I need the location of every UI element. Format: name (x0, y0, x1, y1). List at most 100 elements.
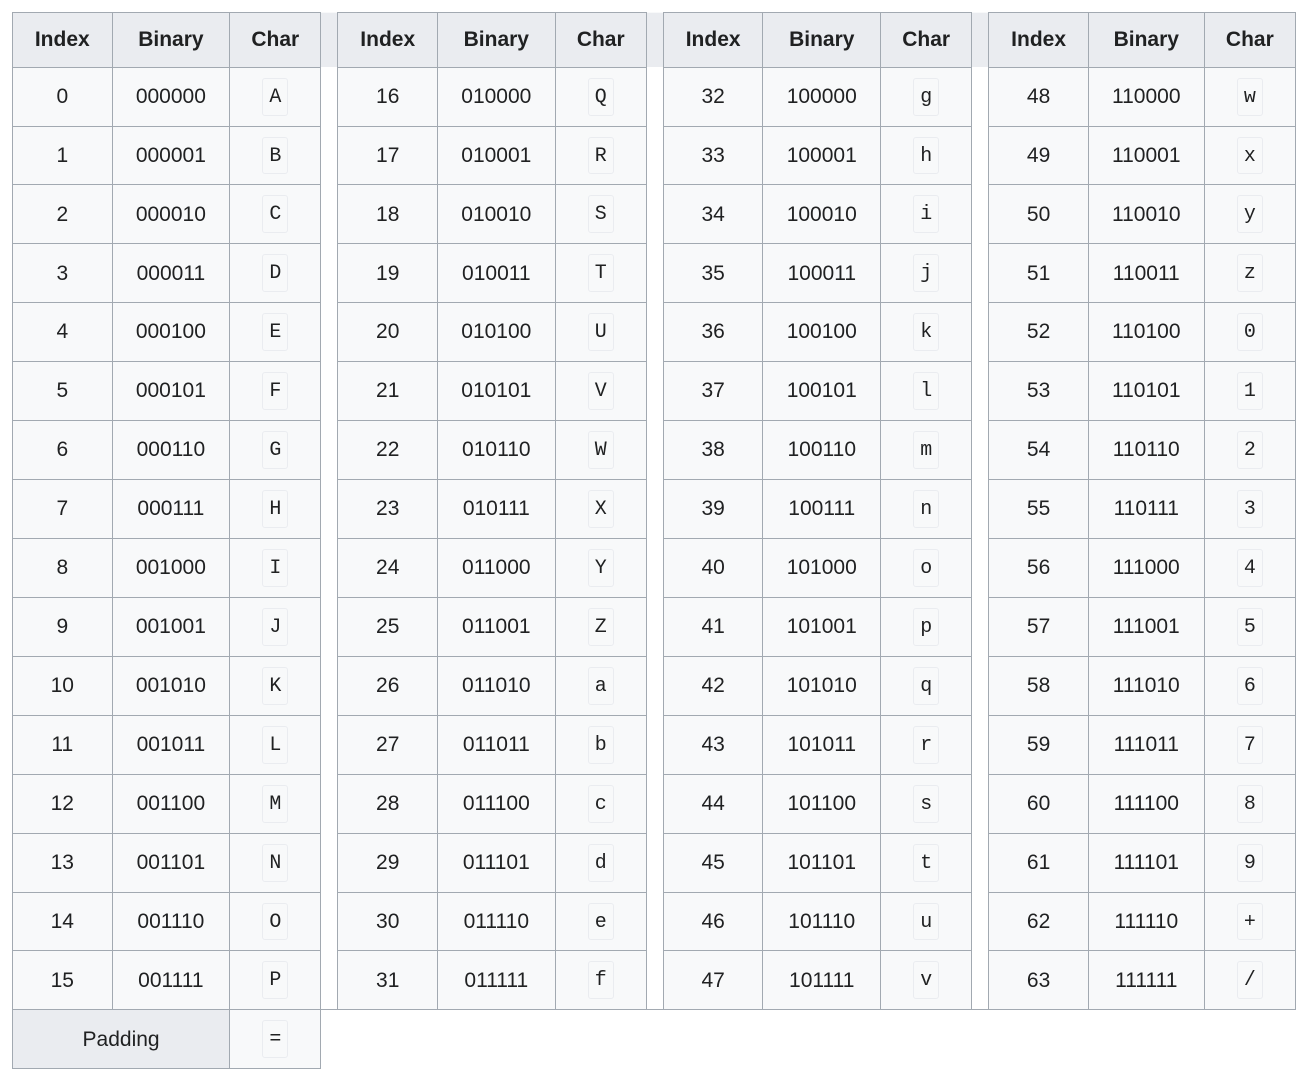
cell-char: E (230, 303, 321, 362)
cell-char: A (230, 67, 321, 126)
column-separator (321, 480, 338, 539)
cell-binary: 011001 (438, 597, 556, 656)
cell-binary: 011011 (438, 715, 556, 774)
cell-binary: 101100 (763, 774, 881, 833)
table-row: 11001011L27011011b43101011r591110117 (13, 715, 1296, 774)
cell-char: n (881, 480, 972, 539)
column-separator (972, 185, 989, 244)
cell-binary: 010110 (438, 421, 556, 480)
cell-binary: 011000 (438, 538, 556, 597)
cell-index: 24 (338, 538, 438, 597)
char-code: 7 (1237, 726, 1263, 764)
column-separator (321, 715, 338, 774)
table-row: 8001000I24011000Y40101000o561110004 (13, 538, 1296, 597)
cell-index: 5 (13, 362, 113, 421)
char-code: d (588, 844, 614, 882)
char-code: i (913, 195, 939, 233)
cell-binary: 000000 (112, 67, 230, 126)
cell-char: 1 (1204, 362, 1295, 421)
cell-index: 37 (663, 362, 763, 421)
column-header-index: Index (338, 13, 438, 68)
cell-binary: 000101 (112, 362, 230, 421)
cell-char: 4 (1204, 538, 1295, 597)
cell-char: M (230, 774, 321, 833)
cell-index: 39 (663, 480, 763, 539)
padding-char-cell: = (230, 1010, 321, 1069)
char-code: j (913, 254, 939, 292)
column-separator (972, 362, 989, 421)
column-separator (972, 480, 989, 539)
char-code: n (913, 490, 939, 528)
column-separator (646, 833, 663, 892)
column-separator (321, 892, 338, 951)
column-header-char: Char (881, 13, 972, 68)
cell-char: / (1204, 951, 1295, 1010)
cell-binary: 000111 (112, 480, 230, 539)
char-code: m (913, 431, 939, 469)
cell-binary: 000011 (112, 244, 230, 303)
char-code: O (262, 903, 288, 941)
cell-binary: 110110 (1088, 421, 1204, 480)
cell-binary: 000110 (112, 421, 230, 480)
column-separator (321, 597, 338, 656)
cell-char: x (1204, 126, 1295, 185)
char-code: G (262, 431, 288, 469)
cell-binary: 010111 (438, 480, 556, 539)
column-separator (646, 362, 663, 421)
char-code: l (913, 372, 939, 410)
column-header-binary: Binary (438, 13, 556, 68)
padding-char: = (262, 1020, 288, 1058)
column-separator (646, 715, 663, 774)
cell-index: 21 (338, 362, 438, 421)
column-separator (321, 303, 338, 362)
char-code: C (262, 195, 288, 233)
char-code: q (913, 667, 939, 705)
cell-char: d (555, 833, 646, 892)
cell-char: J (230, 597, 321, 656)
cell-index: 6 (13, 421, 113, 480)
cell-index: 58 (989, 656, 1089, 715)
cell-index: 49 (989, 126, 1089, 185)
cell-binary: 101001 (763, 597, 881, 656)
cell-char: R (555, 126, 646, 185)
cell-binary: 101011 (763, 715, 881, 774)
column-header-index: Index (989, 13, 1089, 68)
cell-char: q (881, 656, 972, 715)
char-code: P (262, 961, 288, 999)
char-code: f (588, 961, 614, 999)
cell-char: T (555, 244, 646, 303)
char-code: a (588, 667, 614, 705)
cell-char: k (881, 303, 972, 362)
cell-char: 7 (1204, 715, 1295, 774)
cell-index: 28 (338, 774, 438, 833)
cell-binary: 100000 (763, 67, 881, 126)
column-header-char: Char (230, 13, 321, 68)
cell-index: 2 (13, 185, 113, 244)
char-code: b (588, 726, 614, 764)
cell-binary: 111101 (1088, 833, 1204, 892)
column-separator (972, 656, 989, 715)
cell-binary: 110111 (1088, 480, 1204, 539)
cell-binary: 011110 (438, 892, 556, 951)
cell-index: 19 (338, 244, 438, 303)
cell-binary: 001010 (112, 656, 230, 715)
char-code: S (588, 195, 614, 233)
cell-binary: 000100 (112, 303, 230, 362)
cell-index: 53 (989, 362, 1089, 421)
cell-binary: 100011 (763, 244, 881, 303)
cell-index: 20 (338, 303, 438, 362)
char-code: 5 (1237, 608, 1263, 646)
char-code: r (913, 726, 939, 764)
cell-binary: 011010 (438, 656, 556, 715)
cell-char: j (881, 244, 972, 303)
cell-binary: 100100 (763, 303, 881, 362)
column-separator (646, 951, 663, 1010)
char-code: A (262, 78, 288, 116)
cell-index: 0 (13, 67, 113, 126)
table-row: 4000100E20010100U36100100k521101000 (13, 303, 1296, 362)
cell-index: 45 (663, 833, 763, 892)
cell-index: 42 (663, 656, 763, 715)
cell-index: 48 (989, 67, 1089, 126)
cell-index: 7 (13, 480, 113, 539)
cell-char: Q (555, 67, 646, 126)
